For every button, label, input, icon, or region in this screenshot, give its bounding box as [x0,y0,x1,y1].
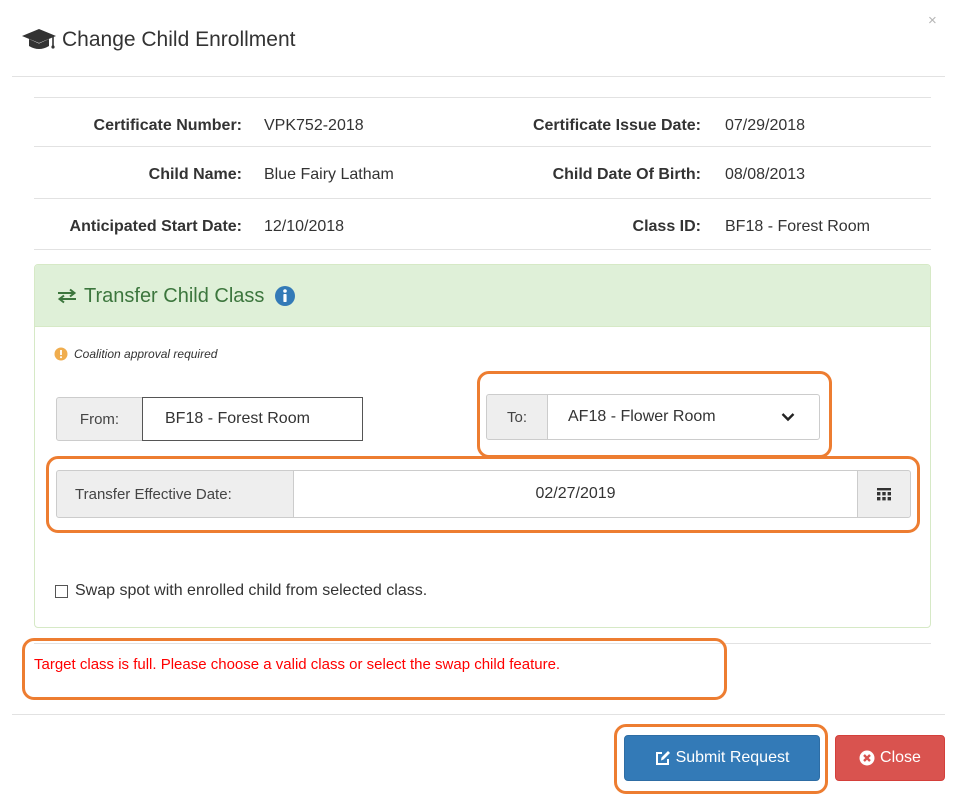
info-top-divider [34,97,931,98]
child-name-value: Blue Fairy Latham [264,166,394,183]
child-dob-label: Child Date Of Birth: [552,166,701,183]
footer-divider [12,714,945,715]
error-message: Target class is full. Please choose a va… [34,656,561,673]
exclamation-circle-icon [54,347,68,361]
certificate-issue-date-value: 07/29/2018 [725,117,806,134]
from-class-field: BF18 - Forest Room [142,397,363,441]
transfer-panel-title: Transfer Child Class [56,280,296,312]
to-label: To: [486,394,548,440]
certificate-number-value: VPK752-2018 [264,117,364,134]
certificate-number-label: Certificate Number: [93,117,242,134]
exchange-arrows-icon [57,288,77,304]
to-class-select[interactable]: AF18 - Flower Room [547,394,820,440]
graduation-cap-icon [22,29,56,49]
close-icon[interactable]: × [928,12,937,29]
modal-title: Change Child Enrollment [20,24,295,56]
transfer-panel-title-text: Transfer Child Class [84,284,265,307]
calendar-grid-icon [877,487,891,500]
info-divider [34,249,931,250]
anticipated-start-value: 12/10/2018 [264,218,345,235]
class-id-value: BF18 - Forest Room [725,218,870,235]
close-button[interactable]: Close [835,735,945,781]
effective-date-input[interactable]: 02/27/2019 [293,470,858,518]
calendar-button[interactable] [857,470,911,518]
approval-note-text: Coalition approval required [74,347,218,361]
info-divider [34,146,931,147]
class-id-label: Class ID: [632,218,701,235]
certificate-issue-date-label: Certificate Issue Date: [532,117,701,134]
info-circle-icon[interactable] [274,285,296,307]
swap-checkbox-label: Swap spot with enrolled child from selec… [75,582,428,599]
anticipated-start-label: Anticipated Start Date: [69,218,242,235]
edit-square-icon [655,751,670,765]
from-label: From: [56,397,143,441]
times-circle-icon [859,750,875,766]
swap-checkbox[interactable] [55,584,68,598]
to-class-selected-value: AF18 - Flower Room [568,408,716,425]
info-divider [34,198,931,199]
header-divider [12,76,945,77]
child-dob-value: 08/08/2013 [725,166,806,183]
submit-request-label: Submit Request [675,749,790,766]
child-name-label: Child Name: [148,166,242,183]
submit-request-button[interactable]: Submit Request [624,735,820,781]
close-label: Close [880,749,921,766]
swap-option[interactable]: Swap spot with enrolled child from selec… [55,580,427,602]
approval-note: Coalition approval required [54,346,217,362]
effective-date-label: Transfer Effective Date: [56,470,294,518]
chevron-down-icon [781,413,795,422]
modal-title-text: Change Child Enrollment [62,28,296,51]
